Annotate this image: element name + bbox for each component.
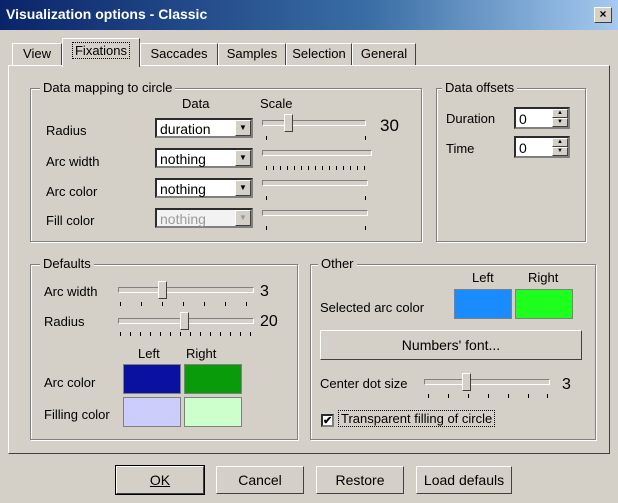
data-column-header: Data [182,96,210,111]
radius-scale-ticks [266,136,366,140]
title-bar: Visualization options - Classic × [0,0,618,30]
duration-offset-label: Duration [446,111,496,126]
default-arc-width-slider[interactable] [158,281,167,299]
arc-color-left-swatch[interactable] [123,364,181,394]
other-legend: Other [318,256,357,271]
transparent-filling-label[interactable]: Transparent filling of circle [338,410,496,427]
tab-view[interactable]: View [12,43,62,65]
default-radius-slider[interactable] [180,312,189,330]
radius-scale-value: 30 [380,116,399,135]
ok-button[interactable]: OK [115,465,205,495]
fill-color-data-select[interactable]: nothing ▼ [155,208,253,228]
default-arc-width-value: 3 [260,283,269,300]
center-dot-size-track [424,379,550,385]
default-arc-color-label: Arc color [44,375,96,390]
defaults-right-header: Right [186,346,217,361]
window-title: Visualization options - Classic [6,6,208,22]
arrow-up-icon[interactable]: ▲ [552,109,568,118]
time-offset-spinner[interactable]: 0 ▲ ▼ [514,136,570,158]
radius-scale-track [262,120,366,126]
tab-fixations[interactable]: Fixations [62,38,140,67]
center-dot-size-slider[interactable] [462,373,471,391]
default-arc-width-ticks [120,302,252,306]
other-right-header: Right [528,270,559,285]
radius-label: Radius [46,123,87,138]
default-radius-label: Radius [44,314,85,329]
arc-color-scale-ticks [266,196,366,200]
scale-column-header: Scale [260,96,293,111]
radius-data-select[interactable]: duration ▼ [155,118,253,138]
arc-width-scale-track [262,150,372,156]
data-mapping-legend: Data mapping to circle [40,80,176,95]
tab-selection[interactable]: Selection [286,43,352,65]
radius-scale-slider[interactable] [284,114,293,132]
close-button[interactable]: × [594,7,612,23]
center-dot-size-value: 3 [562,376,571,393]
defaults-legend: Defaults [40,256,94,271]
time-offset-label: Time [446,141,475,156]
chevron-down-icon: ▼ [235,180,251,196]
other-left-header: Left [472,270,494,285]
arrow-up-icon[interactable]: ▲ [552,138,568,147]
arc-color-right-swatch[interactable] [184,364,242,394]
arc-width-scale-ticks [266,166,370,170]
arc-width-label: Arc width [46,154,100,169]
default-filling-color-label: Filling color [44,407,110,422]
tab-general[interactable]: General [352,43,416,65]
chevron-down-icon: ▼ [235,210,251,226]
selected-arc-left-swatch[interactable] [454,289,512,319]
cancel-button[interactable]: Cancel [216,466,304,494]
chevron-down-icon: ▼ [235,150,251,166]
load-defaults-button[interactable]: Load defauls [416,466,512,494]
data-offsets-legend: Data offsets [442,80,518,95]
center-dot-size-ticks [428,394,548,398]
arc-width-data-select[interactable]: nothing ▼ [155,148,253,168]
default-arc-width-label: Arc width [44,284,98,299]
default-radius-ticks [120,332,252,336]
defaults-left-header: Left [138,346,160,361]
selected-arc-color-label: Selected arc color [320,300,425,315]
fill-color-scale-ticks [266,226,366,230]
transparent-filling-checkbox[interactable]: ✔ [321,414,334,427]
arrow-down-icon[interactable]: ▼ [552,118,568,127]
center-dot-size-label: Center dot size [320,376,408,391]
filling-color-left-swatch[interactable] [123,397,181,427]
selected-arc-right-swatch[interactable] [515,289,573,319]
default-arc-width-track [118,287,254,293]
fill-color-scale-track [262,210,368,216]
filling-color-right-swatch[interactable] [184,397,242,427]
tab-samples[interactable]: Samples [218,43,286,65]
default-radius-value: 20 [260,313,278,330]
arrow-down-icon[interactable]: ▼ [552,147,568,156]
numbers-font-button[interactable]: Numbers' font... [320,330,582,360]
chevron-down-icon: ▼ [235,120,251,136]
arc-color-data-select[interactable]: nothing ▼ [155,178,253,198]
arc-color-label: Arc color [46,184,98,199]
fill-color-label: Fill color [46,213,95,228]
tab-saccades[interactable]: Saccades [140,43,218,65]
restore-button[interactable]: Restore [316,466,404,494]
duration-offset-spinner[interactable]: 0 ▲ ▼ [514,107,570,129]
arc-color-scale-track [262,180,368,186]
